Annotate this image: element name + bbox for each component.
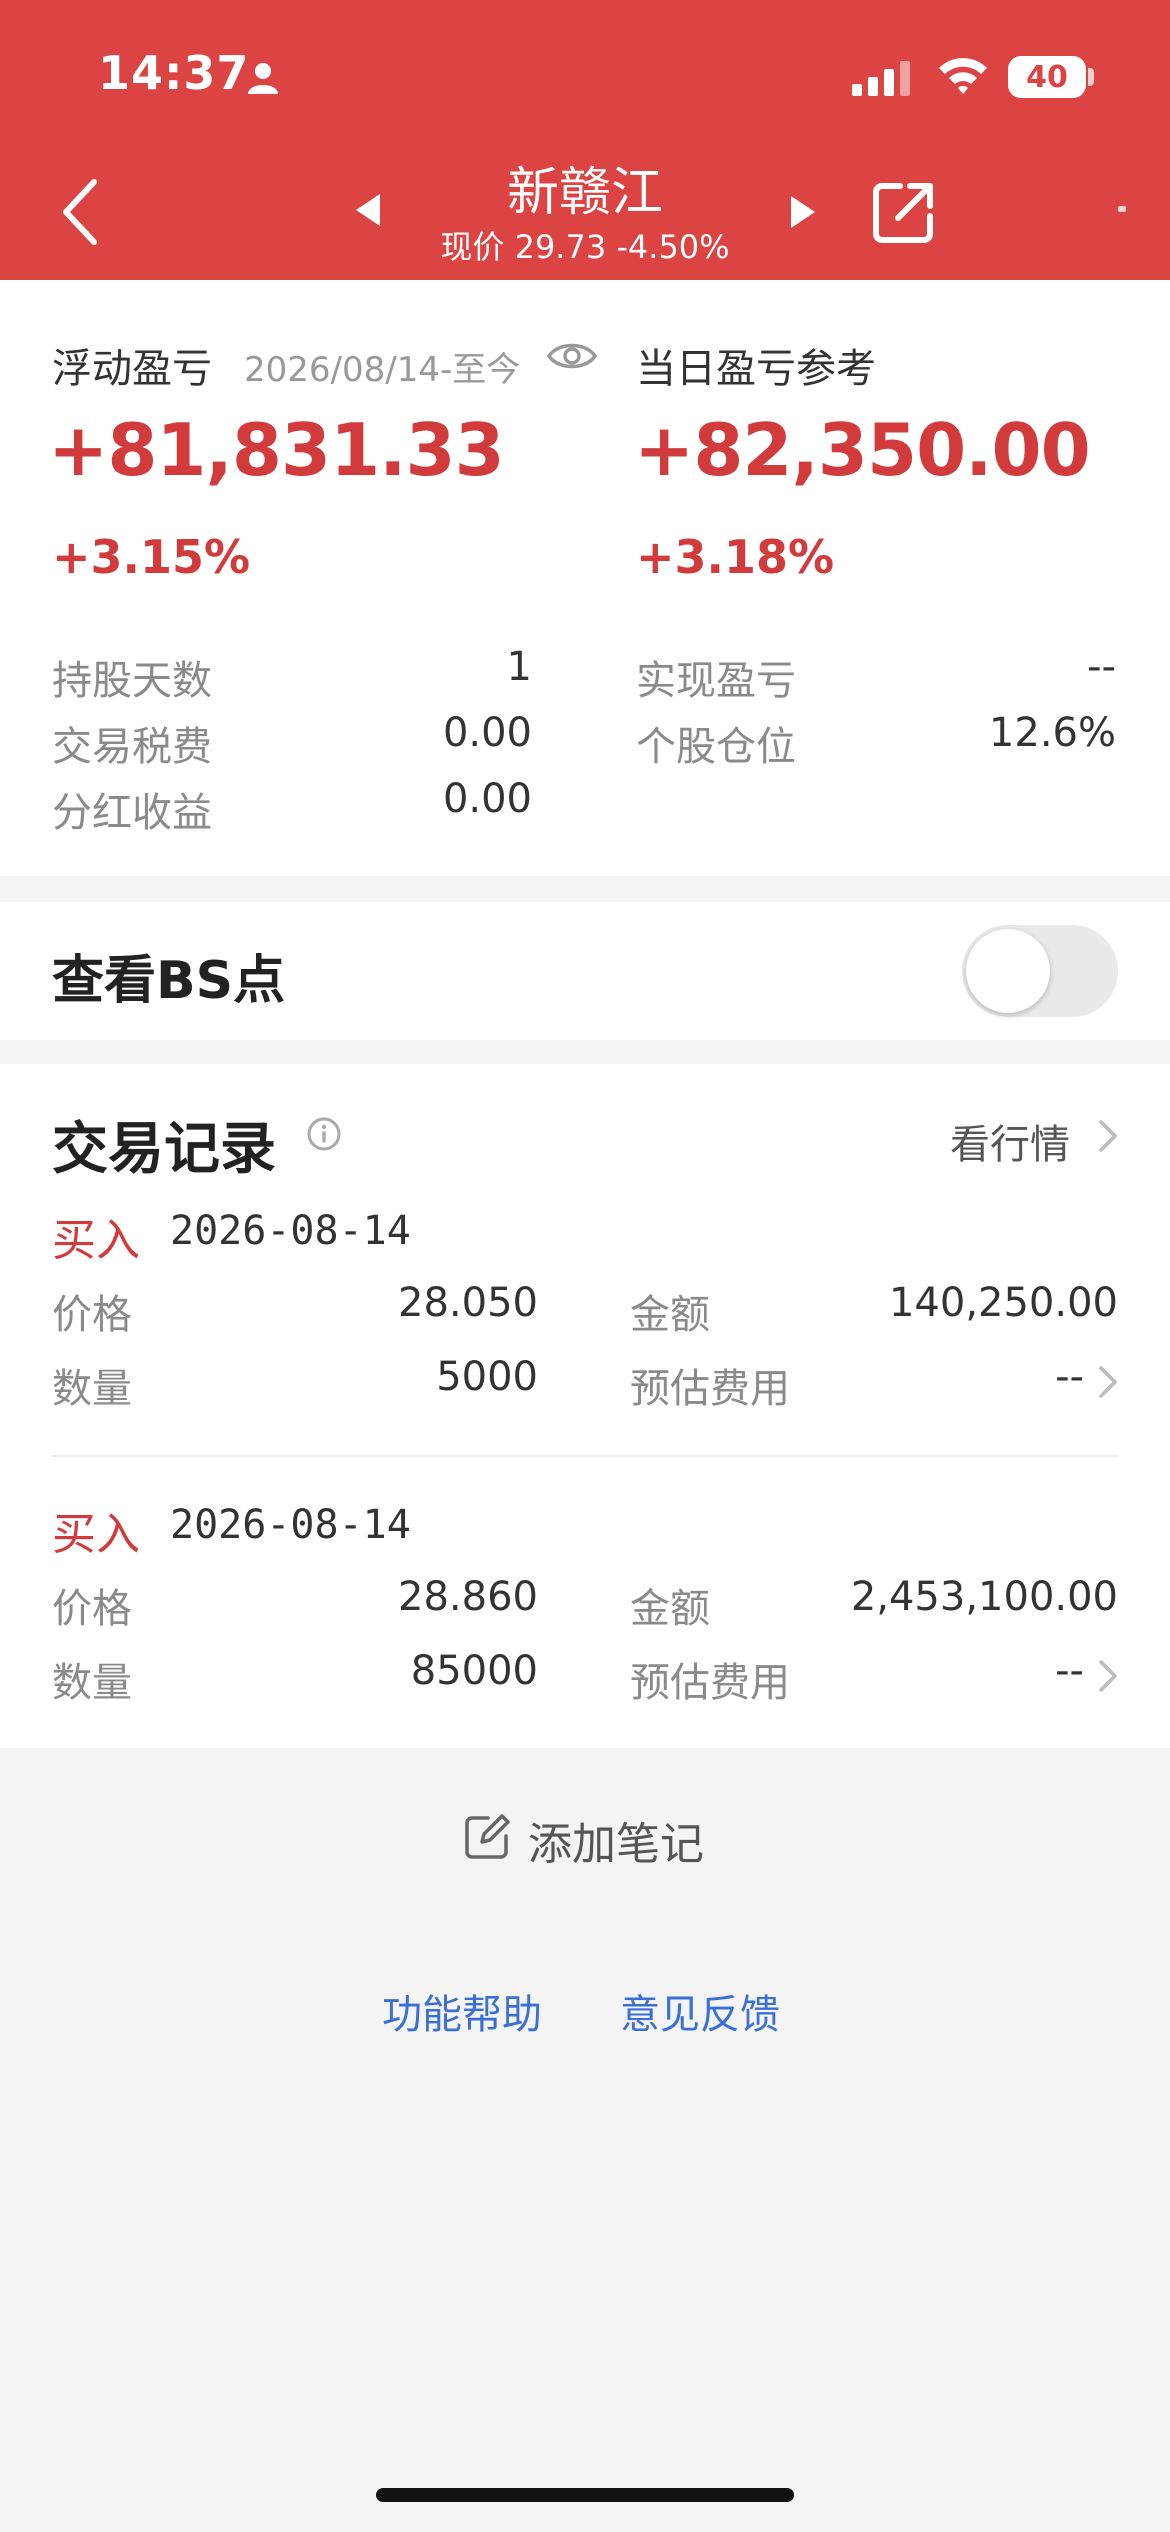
realized-profit-label: 实现盈亏 [636, 658, 796, 704]
divider [52, 1455, 1118, 1457]
chevron-right-icon[interactable] [1096, 1362, 1120, 1402]
cellular-signal-icon [852, 61, 910, 96]
position-ratio-label: 个股仓位 [636, 724, 796, 770]
floating-profit-pct: +3.15% [52, 530, 251, 584]
battery-indicator: 40 [1008, 56, 1086, 98]
header-dot [1118, 206, 1126, 212]
battery-tip [1088, 68, 1094, 86]
estimated-fee-label: 预估费用 [630, 1366, 790, 1412]
eye-icon[interactable] [546, 338, 598, 374]
status-time: 14:37 [98, 46, 250, 100]
stock-name: 新赣江 [506, 163, 663, 223]
chevron-right-icon[interactable] [1096, 1656, 1120, 1696]
holding-days-value: 1 [506, 644, 532, 690]
quantity-label: 数量 [52, 1660, 132, 1706]
view-market-link[interactable]: 看行情 [950, 1112, 1070, 1170]
trade-amount: 140,250.00 [888, 1280, 1118, 1326]
help-link[interactable]: 功能帮助 [382, 1982, 542, 2040]
trade-amount: 2,453,100.00 [850, 1574, 1118, 1620]
holding-days-label: 持股天数 [52, 658, 212, 704]
trade-price: 28.050 [398, 1280, 538, 1326]
dividend-value: 0.00 [442, 776, 532, 822]
next-stock-icon[interactable] [785, 192, 821, 232]
floating-period: 2026/08/14-至今 [244, 350, 521, 390]
daily-profit-value: +82,350.00 [634, 408, 1091, 492]
trade-date: 2026-08-14 [170, 1208, 411, 1254]
stock-price-line: 现价 29.73 -4.50% [440, 228, 730, 266]
amount-label: 金额 [630, 1292, 710, 1338]
tax-fee-label: 交易税费 [52, 724, 212, 770]
home-indicator[interactable] [376, 2488, 794, 2502]
bs-point-toggle[interactable] [962, 925, 1118, 1017]
app-header: 14:37 40 新赣江 现价 29.73 -4.50% [0, 0, 1170, 280]
chevron-right-icon[interactable] [1096, 1116, 1120, 1156]
tax-fee-value: 0.00 [442, 710, 532, 756]
amount-label: 金额 [630, 1586, 710, 1632]
info-icon[interactable] [306, 1116, 342, 1152]
bs-point-label: 查看BS点 [52, 951, 286, 1011]
quantity-label: 数量 [52, 1366, 132, 1412]
dividend-label: 分红收益 [52, 790, 212, 836]
trade-type: 买入 [52, 1215, 140, 1266]
share-icon[interactable] [870, 178, 938, 246]
trade-type: 买入 [52, 1509, 140, 1560]
feedback-link[interactable]: 意见反馈 [620, 1982, 780, 2040]
price-label: 价格 [52, 1292, 132, 1338]
trade-records-title: 交易记录 [52, 1117, 276, 1182]
toggle-knob [966, 929, 1050, 1013]
wifi-icon [939, 58, 987, 94]
price-label: 价格 [52, 1586, 132, 1632]
estimated-fee-label: 预估费用 [630, 1660, 790, 1706]
trade-price: 28.860 [398, 1574, 538, 1620]
edit-note-icon[interactable] [462, 1812, 512, 1862]
estimated-fee-value[interactable]: -- [960, 1648, 1084, 1694]
estimated-fee-value[interactable]: -- [960, 1354, 1084, 1400]
realized-profit-value: -- [1087, 644, 1116, 690]
trade-date: 2026-08-14 [170, 1502, 411, 1548]
floating-profit-value: +81,831.33 [48, 408, 505, 492]
trade-quantity: 5000 [436, 1354, 538, 1400]
daily-profit-pct: +3.18% [636, 530, 835, 584]
daily-profit-label: 当日盈亏参考 [636, 346, 876, 392]
person-icon [248, 63, 278, 94]
add-note-button[interactable]: 添加笔记 [528, 1808, 704, 1872]
trade-quantity: 85000 [410, 1648, 538, 1694]
floating-profit-label: 浮动盈亏 [52, 346, 212, 392]
position-ratio-value: 12.6% [988, 710, 1116, 756]
